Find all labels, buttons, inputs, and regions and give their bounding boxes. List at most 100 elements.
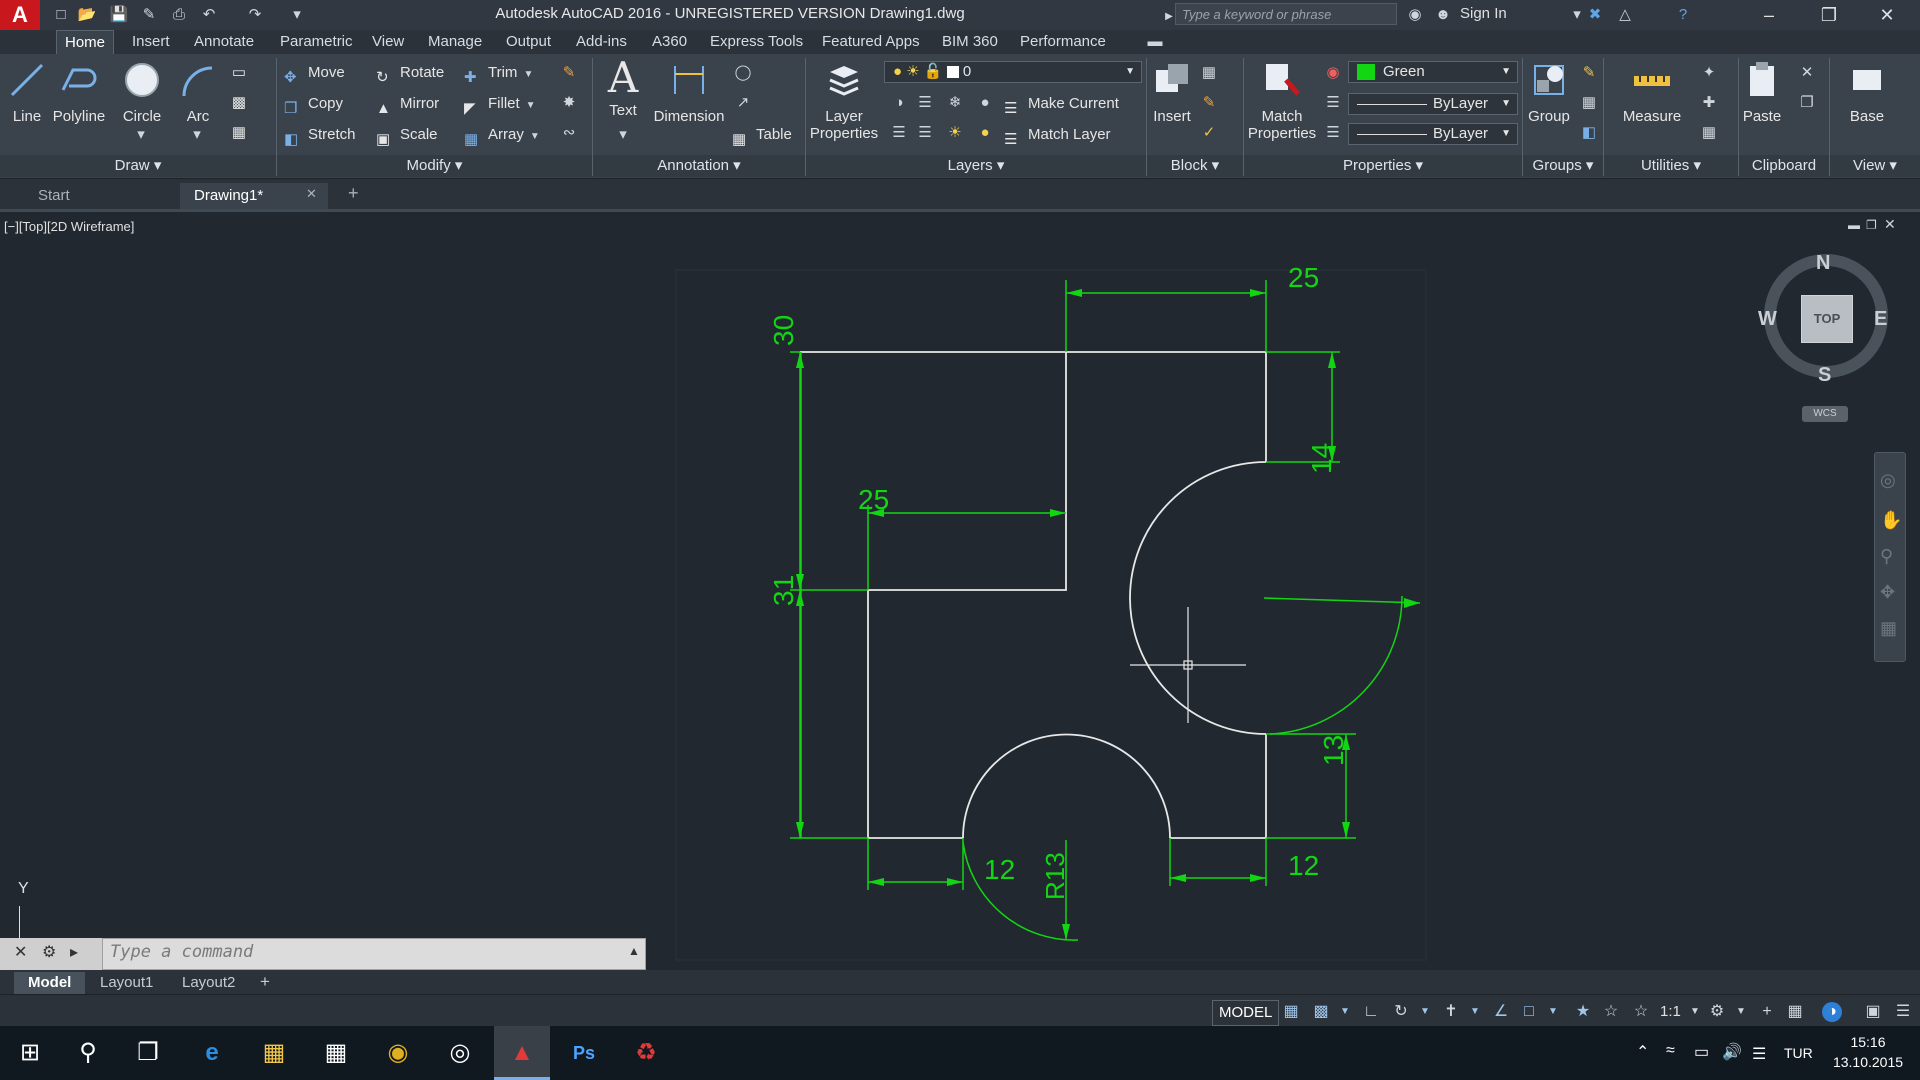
copy-clip-icon[interactable]: ❐ (1796, 92, 1818, 114)
clipboard-panel-label[interactable]: Clipboard (1739, 155, 1829, 177)
tab-output[interactable]: Output (498, 30, 559, 54)
viewport-minimize-icon[interactable]: ▬ (1848, 218, 1860, 232)
undo-icon[interactable]: ↶ (198, 4, 220, 26)
copy-button[interactable]: ❐ Copy (284, 91, 343, 117)
compass-west[interactable]: W (1758, 308, 1777, 331)
tab-home[interactable]: Home (56, 30, 115, 55)
measure-button[interactable]: Measure (1612, 60, 1692, 125)
photoshop-icon[interactable]: Ps (556, 1026, 612, 1080)
compass-east[interactable]: E (1874, 308, 1887, 331)
snap-icon[interactable]: ▩ (1310, 1000, 1332, 1024)
windows-start-icon[interactable]: ⊞ (2, 1026, 58, 1080)
ribbon-options-icon[interactable]: ▬ (1144, 31, 1166, 53)
store-icon[interactable]: ▦ (308, 1026, 364, 1080)
layer-freeze-btn-icon[interactable]: ❄ (944, 92, 966, 114)
edit-block-icon[interactable]: ✎ (1198, 92, 1220, 114)
viewport-controls[interactable]: [−][Top][2D Wireframe] (4, 219, 134, 234)
scale-button[interactable]: ▣ Scale (376, 122, 438, 148)
tab-manage[interactable]: Manage (420, 30, 490, 54)
view-panel-label[interactable]: View ▾ (1830, 155, 1920, 177)
language-indicator[interactable]: TUR (1784, 1045, 1813, 1061)
print-icon[interactable]: ⎙ (168, 4, 190, 26)
properties-panel-label[interactable]: Properties ▾ (1244, 155, 1522, 177)
open-file-icon[interactable]: 📂 (76, 4, 98, 26)
scale-dropdown-icon[interactable]: ▼ (1684, 1000, 1706, 1024)
fillet-button[interactable]: ◤ Fillet ▼ (464, 91, 536, 117)
table-button[interactable]: ▦ Table (732, 122, 792, 148)
tab-express-tools[interactable]: Express Tools (702, 30, 811, 54)
volume-icon[interactable]: 🔊 (1722, 1042, 1742, 1062)
annotation-scale-icon[interactable]: ☆ (1630, 1000, 1652, 1024)
polar-dropdown-icon[interactable]: ▼ (1414, 1000, 1436, 1024)
hatch-icon[interactable]: ▩ (228, 92, 250, 114)
task-view-icon[interactable]: ❐ (120, 1026, 176, 1080)
ungroup-icon[interactable]: ✎ (1578, 62, 1600, 84)
trim-button[interactable]: ✚ Trim ▼ (464, 60, 533, 86)
tab-featured-apps[interactable]: Featured Apps (814, 30, 928, 54)
text-button[interactable]: A Text (598, 57, 648, 120)
command-input[interactable]: Type a command (110, 942, 253, 962)
make-current-button[interactable]: ☰ Make Current (1004, 91, 1119, 117)
show-hidden-icons-icon[interactable]: ⌃ (1636, 1042, 1649, 1062)
tab-bim360[interactable]: BIM 360 (934, 30, 1006, 54)
color-wheel-icon[interactable]: ◉ (1322, 62, 1344, 84)
layer-off-icon[interactable]: ◑ (888, 92, 910, 114)
layers-panel-label[interactable]: Layers ▾ (806, 155, 1146, 177)
circle-dropdown-icon[interactable]: ▾ (130, 124, 152, 146)
redo-icon[interactable]: ↷ (244, 4, 266, 26)
drawing-viewport[interactable] (0, 212, 1920, 970)
layer-dropdown[interactable]: ● ☀ 🔓 0 ▼ (884, 61, 1142, 83)
erase-icon[interactable]: ✎ (558, 62, 580, 84)
arc-dropdown-icon[interactable]: ▾ (186, 124, 208, 146)
object-snap-icon[interactable]: □ (1518, 1000, 1540, 1024)
sign-in-button[interactable]: Sign In (1460, 5, 1507, 22)
rectangle-icon[interactable]: ▭ (228, 62, 250, 84)
binoculars-icon[interactable]: ◉ (1404, 4, 1426, 26)
viewport-close-icon[interactable]: ✕ (1884, 216, 1896, 233)
utilities-panel-label[interactable]: Utilities ▾ (1604, 155, 1738, 177)
auto-scale-icon[interactable]: ☆ (1600, 1000, 1622, 1024)
linetype-dropdown[interactable]: ByLayer ▼ (1348, 123, 1518, 145)
acrobat-icon[interactable]: ♻ (618, 1026, 674, 1080)
arc-button[interactable]: Arc (176, 60, 220, 125)
cut-icon[interactable]: ✕ (1796, 62, 1818, 84)
edit-attributes-icon[interactable]: ✓ (1198, 122, 1220, 144)
match-properties-button[interactable]: Match Properties (1246, 60, 1318, 142)
wcs-menu[interactable]: WCS (1802, 406, 1848, 422)
help-icon[interactable]: ? (1672, 4, 1694, 26)
object-snap-tracking-icon[interactable]: ∠ (1490, 1000, 1512, 1024)
chrome-icon[interactable]: ◉ (370, 1026, 426, 1080)
layer-thaw-icon[interactable]: ☰ (914, 122, 936, 144)
group-button[interactable]: Group (1524, 60, 1574, 125)
isodraft-dropdown-icon[interactable]: ▼ (1464, 1000, 1486, 1024)
close-tab-icon[interactable]: ✕ (306, 186, 317, 202)
viewport-restore-icon[interactable]: ❐ (1866, 218, 1877, 232)
grid-icon[interactable]: ▦ (1280, 1000, 1302, 1024)
object-snap-dropdown-icon[interactable]: ▼ (1542, 1000, 1564, 1024)
units-icon[interactable]: ▦ (1784, 1000, 1806, 1024)
model-space-button[interactable]: MODEL (1212, 1000, 1280, 1026)
point-id-icon[interactable]: ✚ (1698, 92, 1720, 114)
workspace-dropdown-icon[interactable]: ▼ (1730, 1000, 1752, 1024)
recent-commands-icon[interactable]: ▸ (70, 942, 78, 962)
orbit-icon[interactable]: ✥ (1880, 582, 1895, 603)
annotation-monitor-icon[interactable]: + (1756, 1000, 1778, 1024)
lineweight-icon[interactable]: ☰ (1322, 92, 1344, 114)
block-panel-label[interactable]: Block ▾ (1147, 155, 1243, 177)
close-icon[interactable]: ✕ (1864, 0, 1910, 30)
close-command-line-icon[interactable]: ✕ (14, 942, 27, 962)
ortho-icon[interactable]: ∟ (1360, 1000, 1382, 1024)
mirror-button[interactable]: ▲ Mirror (376, 91, 439, 117)
save-icon[interactable]: 💾 (108, 4, 130, 26)
layer-unlock-icon[interactable]: ● (974, 122, 996, 144)
stretch-button[interactable]: ◧ Stretch (284, 122, 356, 148)
steering-wheel-icon[interactable]: ◎ (1880, 470, 1896, 491)
save-as-icon[interactable]: ✎ (138, 4, 160, 26)
tab-a360[interactable]: A360 (644, 30, 695, 54)
battery-icon[interactable]: ▭ (1694, 1042, 1709, 1062)
color-dropdown[interactable]: Green ▼ (1348, 61, 1518, 83)
layer-unisolate-icon[interactable]: ☰ (888, 122, 910, 144)
search-input[interactable]: Type a keyword or phrase (1175, 3, 1397, 25)
linetype-icon[interactable]: ☰ (1322, 122, 1344, 144)
autocad-logo[interactable]: A (0, 0, 40, 30)
